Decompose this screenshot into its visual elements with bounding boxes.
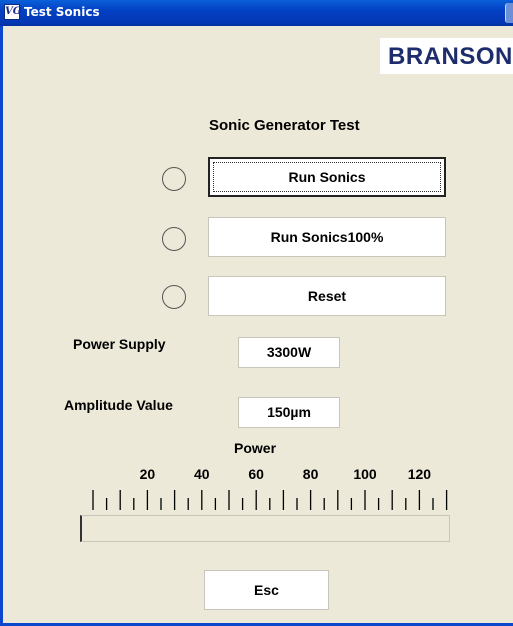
window-title: Test Sonics (24, 5, 100, 19)
branson-logo: BRANSON (380, 38, 513, 74)
window-border-left (0, 26, 3, 626)
app-icon: VG (4, 4, 21, 20)
power-gauge-title: Power (234, 440, 277, 456)
amplitude-label: Amplitude Value (64, 397, 173, 413)
close-button[interactable] (505, 3, 513, 23)
page-title: Sonic Generator Test (209, 117, 360, 134)
power-meter-bar (80, 515, 450, 542)
reset-indicator (162, 285, 186, 309)
run-sonics-100-indicator (162, 227, 186, 251)
run-sonics-button[interactable]: Run Sonics (208, 157, 446, 197)
power-supply-label: Power Supply (73, 336, 166, 352)
amplitude-value: 150µm (238, 397, 340, 428)
reset-button[interactable]: Reset (208, 276, 446, 316)
run-sonics-100-button[interactable]: Run Sonics100% (208, 217, 446, 257)
power-supply-value: 3300W (238, 337, 340, 368)
power-gauge: Power 20 40 60 80 100 120 (79, 440, 451, 542)
title-bar[interactable]: VG Test Sonics (0, 0, 513, 26)
esc-button[interactable]: Esc (204, 570, 329, 610)
power-scale-ticks (92, 490, 448, 510)
brand-text: BRANSON (388, 43, 513, 70)
run-sonics-indicator (162, 167, 186, 191)
